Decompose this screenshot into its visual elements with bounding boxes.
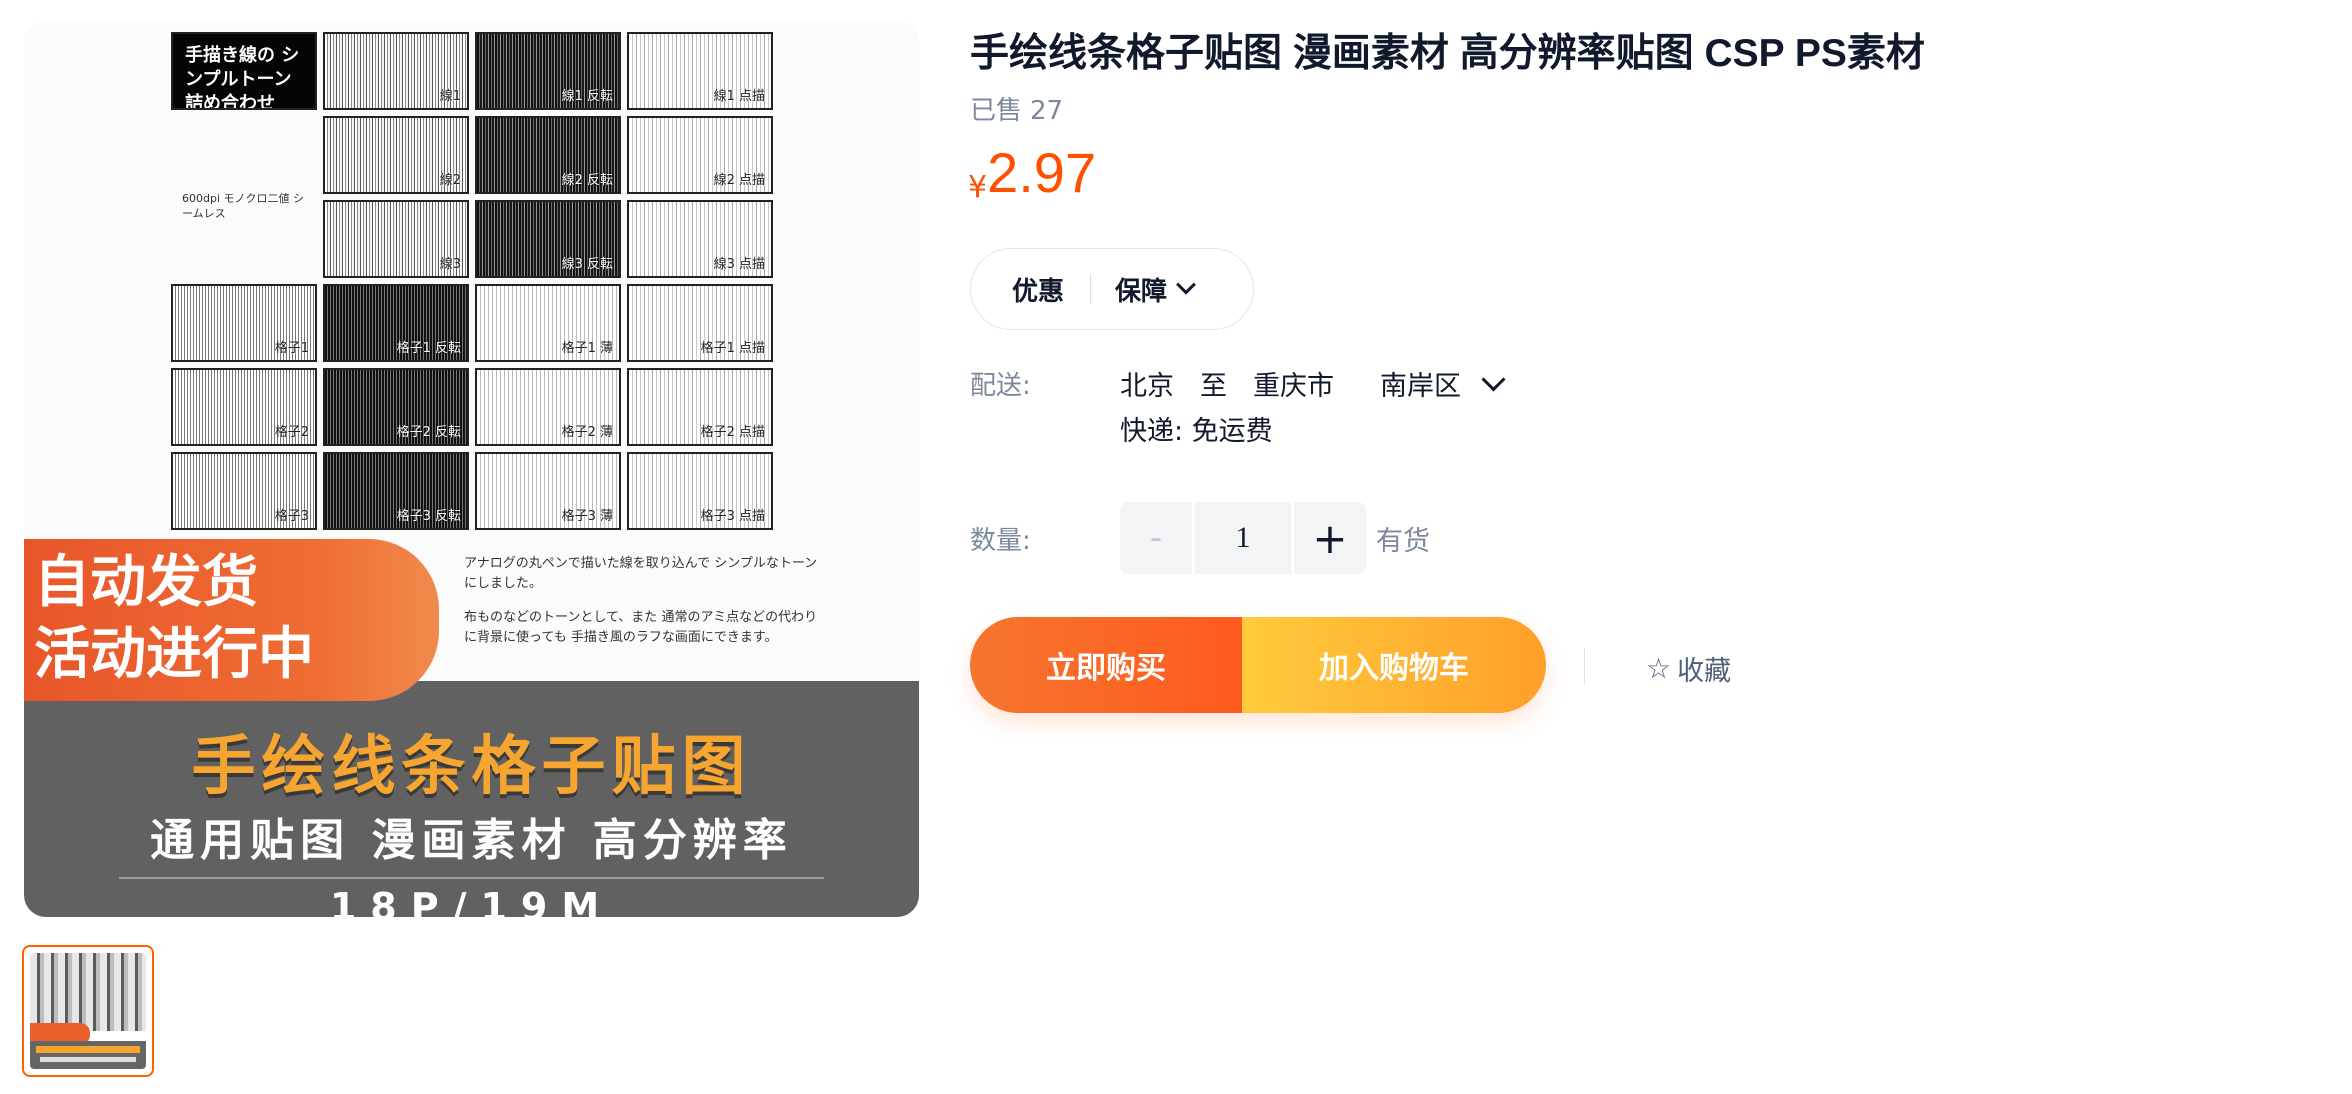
- texture-cell: 格子2 反転: [323, 368, 469, 446]
- ship-city: 重庆市: [1253, 371, 1334, 402]
- sheet-title-cell: 手描き線の シンプルトーン 詰め合わせ: [171, 32, 317, 110]
- ship-from: 北京: [1120, 371, 1174, 402]
- promo-banner: 手绘线条格子贴图 通用贴图 漫画素材 高分辨率 18P/19M: [24, 681, 919, 917]
- star-outline-icon: ☆: [1646, 652, 1672, 685]
- auto-ship-badge: 自动发货 活动进行中: [24, 539, 439, 701]
- texture-cell: 格子1 薄: [475, 284, 621, 362]
- texture-cell-label: 線2 点描: [713, 173, 765, 188]
- texture-cell: 格子2: [171, 368, 317, 446]
- main-product-image[interactable]: 手描き線の シンプルトーン 詰め合わせ線1 線1 反転 線1 点描線2 線2 反転 線2…: [24, 21, 919, 917]
- sheet-paragraph-2: 布ものなどのトーンとして、また 通常のアミ点などの代わりに背景に使っても 手描き…: [464, 610, 818, 645]
- quantity-stepper: - 1 + 有货: [1120, 502, 1430, 574]
- texture-cell: 格子3 反転: [323, 452, 469, 530]
- texture-cell-label: 線1 反転: [561, 89, 613, 104]
- quantity-decrease-button[interactable]: -: [1120, 502, 1192, 574]
- chevron-down-icon[interactable]: [1176, 274, 1196, 295]
- sheet-side-note: 600dpi モノクロ二値 シームレス: [182, 192, 305, 220]
- favorite-button[interactable]: ☆ 收藏: [1646, 649, 1731, 688]
- texture-cell-label: 格子3 薄: [561, 509, 613, 524]
- ship-district: 南岸区: [1380, 371, 1461, 402]
- texture-cell: 格子3 薄: [475, 452, 621, 530]
- texture-cell: 線2 反転: [475, 116, 621, 194]
- texture-cell-label: 格子2 薄: [561, 425, 613, 440]
- texture-cell: 格子3: [171, 452, 317, 530]
- texture-cell-label: 格子1 薄: [561, 341, 613, 356]
- texture-cell-label: 線3 点描: [713, 257, 765, 272]
- blank-cell: [171, 116, 317, 194]
- texture-cell: 線3: [323, 200, 469, 278]
- thumbnail-image: [30, 953, 146, 1069]
- product-price: ¥2.97: [968, 140, 1096, 205]
- texture-grid: 手描き線の シンプルトーン 詰め合わせ線1 線1 反転 線1 点描線2 線2 反転 線2…: [171, 32, 773, 530]
- texture-cell: 格子3 点描: [627, 452, 773, 530]
- action-divider: [1584, 648, 1585, 684]
- texture-cell-label: 格子2: [274, 425, 309, 440]
- shipping-method: 快递: 免运费: [1120, 416, 1273, 447]
- banner-divider: [119, 877, 824, 879]
- banner-size-info: 18P/19M: [329, 885, 614, 917]
- texture-cell: 線1 点描: [627, 32, 773, 110]
- sheet-description: アナログの丸ペンで描いた線を取り込んで シンプルなトーンにしました。 布ものなど…: [464, 554, 824, 662]
- texture-cell: 格子1 点描: [627, 284, 773, 362]
- price-value: 2.97: [987, 141, 1097, 204]
- texture-cell: 格子2 薄: [475, 368, 621, 446]
- add-to-cart-button[interactable]: 加入购物车: [1242, 617, 1546, 713]
- texture-cell: 線3 点描: [627, 200, 773, 278]
- texture-cell-label: 格子2 反転: [396, 425, 461, 440]
- shipping-route[interactable]: 北京 至 重庆市 南岸区: [1120, 364, 1506, 403]
- texture-cell-label: 線2 反転: [561, 173, 613, 188]
- gallery-thumbnail[interactable]: [22, 945, 154, 1077]
- stock-status: 有货: [1376, 525, 1430, 557]
- badge-line-2: 活动进行中: [34, 622, 314, 687]
- texture-cell-label: 格子3 反転: [396, 509, 461, 524]
- texture-cell-label: 格子1: [274, 341, 309, 356]
- quantity-input[interactable]: 1: [1195, 502, 1291, 574]
- sold-number: 27: [1030, 96, 1064, 126]
- texture-cell-label: 格子1 点描: [700, 341, 765, 356]
- thumbnail-banner-sub: [40, 1057, 136, 1062]
- buy-now-button[interactable]: 立即购买: [970, 617, 1242, 713]
- ship-to-word: 至: [1200, 371, 1227, 402]
- discount-label[interactable]: 优惠: [1012, 271, 1064, 308]
- banner-title: 手绘线条格子贴图: [191, 730, 752, 804]
- promo-guarantee-selector[interactable]: 优惠 保障: [970, 248, 1254, 330]
- texture-cell-label: 格子3: [274, 509, 309, 524]
- thumbnail-banner-title: [36, 1046, 140, 1053]
- favorite-label: 收藏: [1677, 656, 1732, 687]
- shipping-label: 配送:: [970, 371, 1031, 401]
- guarantee-label[interactable]: 保障: [1115, 271, 1167, 308]
- texture-cell: 格子1 反転: [323, 284, 469, 362]
- quantity-increase-button[interactable]: +: [1294, 502, 1366, 574]
- purchase-buttons: 立即购买 加入购物车: [970, 617, 1546, 713]
- sold-label: 已售: [970, 96, 1023, 126]
- texture-cell: 線2 点描: [627, 116, 773, 194]
- texture-cell: 線1: [323, 32, 469, 110]
- texture-cell-label: 線2: [439, 173, 461, 188]
- texture-cell-label: 格子3 点描: [700, 509, 765, 524]
- sold-count: 已售 27: [970, 90, 1063, 127]
- texture-cell-label: 線1 点描: [713, 89, 765, 104]
- texture-cell-label: 線3: [439, 257, 461, 272]
- product-title: 手绘线条格子贴图 漫画素材 高分辨率贴图 CSP PS素材: [970, 32, 1925, 75]
- currency-symbol: ¥: [968, 170, 988, 205]
- thumbnail-texture: [30, 953, 146, 1031]
- texture-cell-label: 線3 反転: [561, 257, 613, 272]
- banner-subtitle: 通用贴图 漫画素材 高分辨率: [150, 815, 793, 866]
- texture-cell-label: 格子1 反転: [396, 341, 461, 356]
- texture-cell: 格子1: [171, 284, 317, 362]
- texture-cell-label: 線1: [439, 89, 461, 104]
- texture-cell: 格子2 点描: [627, 368, 773, 446]
- chevron-down-icon[interactable]: [1481, 367, 1506, 392]
- badge-line-1: 自动发货: [34, 550, 258, 615]
- texture-cell: 線1 反転: [475, 32, 621, 110]
- quantity-label: 数量:: [970, 526, 1031, 556]
- sheet-paragraph-1: アナログの丸ペンで描いた線を取り込んで シンプルなトーンにしました。: [464, 556, 818, 591]
- texture-cell: 線3 反転: [475, 200, 621, 278]
- pill-divider: [1090, 274, 1092, 304]
- texture-cell-label: 格子2 点描: [700, 425, 765, 440]
- texture-cell: 線2: [323, 116, 469, 194]
